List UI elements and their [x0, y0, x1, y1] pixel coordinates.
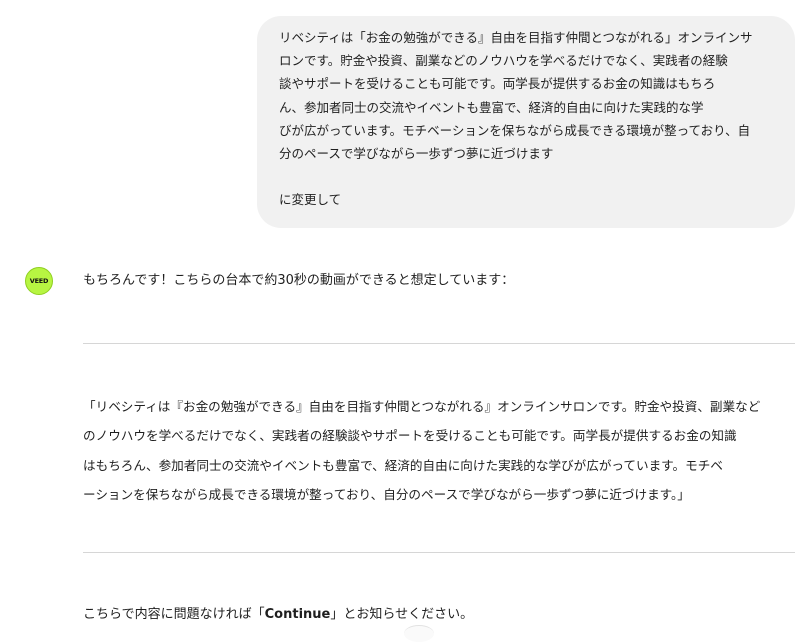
assistant-intro-text: もちろんです！こちらの台本で約30秒の動画ができると想定しています：	[83, 273, 515, 288]
outro-suffix: 」とお知らせください。	[330, 607, 474, 622]
divider-bottom	[83, 552, 795, 553]
scroll-down-button[interactable]	[404, 625, 434, 642]
outro-prefix: こちらで内容に問題なければ「	[83, 607, 265, 622]
assistant-avatar-icon: VEED	[25, 267, 53, 295]
continue-keyword: Continue	[264, 607, 331, 622]
user-message-bubble: リベシティは「お金の勉強ができる』自由を目指す仲間とつながれる」オンラインサ ロ…	[257, 16, 795, 228]
divider-top	[83, 343, 795, 344]
script-quote-text: 「リベシティは『お金の勉強ができる』自由を目指す仲間とつながれる』オンラインサロ…	[83, 399, 761, 503]
assistant-outro-text: こちらで内容に問題なければ「Continue」とお知らせください。	[83, 604, 473, 626]
